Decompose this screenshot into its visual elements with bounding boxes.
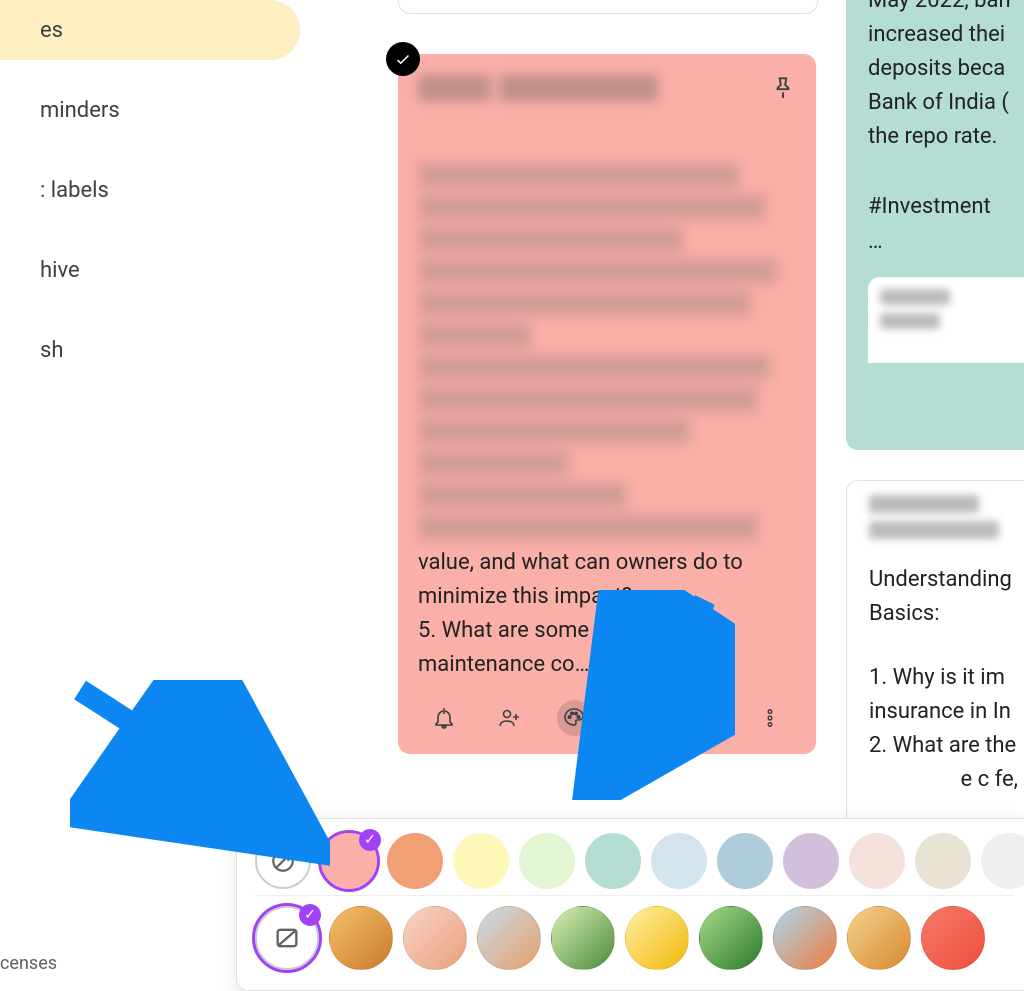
background-options-icon[interactable] — [557, 700, 592, 736]
background-swatch-video[interactable] — [847, 906, 911, 970]
note-teal-ellipsis: … — [868, 225, 1024, 259]
sidebar-item-edit-labels[interactable]: : labels — [0, 160, 300, 220]
note-title-redacted — [418, 74, 658, 102]
more-icon[interactable] — [753, 700, 788, 736]
sidebar-item-label: sh — [40, 338, 63, 363]
note-body-redacted — [418, 386, 758, 412]
background-swatch-groceries[interactable] — [329, 906, 393, 970]
note-body-redacted — [418, 162, 739, 188]
select-note-check-icon[interactable] — [386, 42, 420, 76]
color-swatch-peach[interactable] — [387, 833, 443, 889]
notes-column: value, and what can owners do to minimiz… — [398, 0, 818, 754]
note-body-redacted — [418, 194, 766, 220]
note-body-redacted — [418, 482, 626, 508]
note-body-redacted — [418, 418, 690, 444]
note-toolbar — [418, 682, 796, 742]
note-white-body: 1. Why is it im insurance in In 2. What … — [869, 661, 1024, 763]
note-body-redacted — [418, 290, 751, 316]
sidebar-item-label: hive — [40, 258, 80, 283]
remind-me-icon[interactable] — [426, 700, 461, 736]
color-swatch-mint[interactable] — [519, 833, 575, 889]
note-teal-thumbnail — [868, 277, 1024, 363]
note-body-redacted — [418, 226, 683, 252]
sidebar-item-label: es — [40, 18, 63, 43]
sidebar-item-label: minders — [40, 98, 120, 123]
background-swatch-notes[interactable] — [625, 906, 689, 970]
color-swatch-row — [255, 833, 1014, 889]
sidebar-footer-licenses[interactable]: censes — [0, 953, 57, 974]
note-body-redacted — [418, 258, 777, 284]
background-swatch-food[interactable] — [403, 906, 467, 970]
sidebar-item-reminders[interactable]: minders — [0, 80, 300, 140]
note-card-teal[interactable]: May 2022, ban increased thei deposits be… — [846, 0, 1024, 450]
note-white-heading: Understanding Basics: — [869, 563, 1024, 631]
note-body-redacted — [418, 354, 770, 380]
archive-icon[interactable] — [687, 700, 722, 736]
color-swatch-default[interactable] — [255, 833, 311, 889]
sidebar: es minders : labels hive sh — [0, 0, 300, 400]
color-swatch-fog[interactable] — [651, 833, 707, 889]
color-swatch-coral[interactable] — [321, 833, 377, 889]
add-image-icon[interactable] — [622, 700, 657, 736]
background-swatch-celebration[interactable] — [921, 906, 985, 970]
color-swatch-sage[interactable] — [585, 833, 641, 889]
note-visible-text: value, and what can owners do to minimiz… — [418, 546, 796, 682]
background-options-popover — [236, 818, 1024, 991]
pin-icon[interactable] — [768, 72, 798, 102]
collaborator-icon[interactable] — [491, 700, 526, 736]
sidebar-item-archive[interactable]: hive — [0, 240, 300, 300]
background-swatch-places[interactable] — [699, 906, 763, 970]
note-body-redacted — [418, 322, 531, 348]
note-card[interactable]: value, and what can owners do to minimiz… — [398, 54, 816, 754]
background-swatch-music[interactable] — [477, 906, 541, 970]
color-swatch-chalk[interactable] — [981, 833, 1024, 889]
note-teal-tag: #Investment — [868, 190, 1024, 224]
note-card-collapsed[interactable] — [398, 0, 818, 14]
color-swatch-clay[interactable] — [915, 833, 971, 889]
sidebar-item-notes[interactable]: es — [0, 0, 300, 60]
background-swatch-recipes[interactable] — [551, 906, 615, 970]
color-swatch-dusk[interactable] — [783, 833, 839, 889]
color-swatch-storm[interactable] — [717, 833, 773, 889]
note-body-redacted — [418, 514, 758, 540]
sidebar-item-label: : labels — [40, 178, 109, 203]
note-body-redacted — [418, 450, 569, 476]
color-swatch-blossom[interactable] — [849, 833, 905, 889]
background-swatch-none[interactable] — [255, 906, 319, 970]
background-swatch-row — [255, 895, 1014, 970]
background-swatch-travel[interactable] — [773, 906, 837, 970]
sidebar-item-trash[interactable]: sh — [0, 320, 300, 380]
note-teal-text: May 2022, ban increased thei deposits be… — [868, 0, 1024, 154]
note-white-tail: e c fe, — [869, 763, 1024, 797]
color-swatch-sand[interactable] — [453, 833, 509, 889]
